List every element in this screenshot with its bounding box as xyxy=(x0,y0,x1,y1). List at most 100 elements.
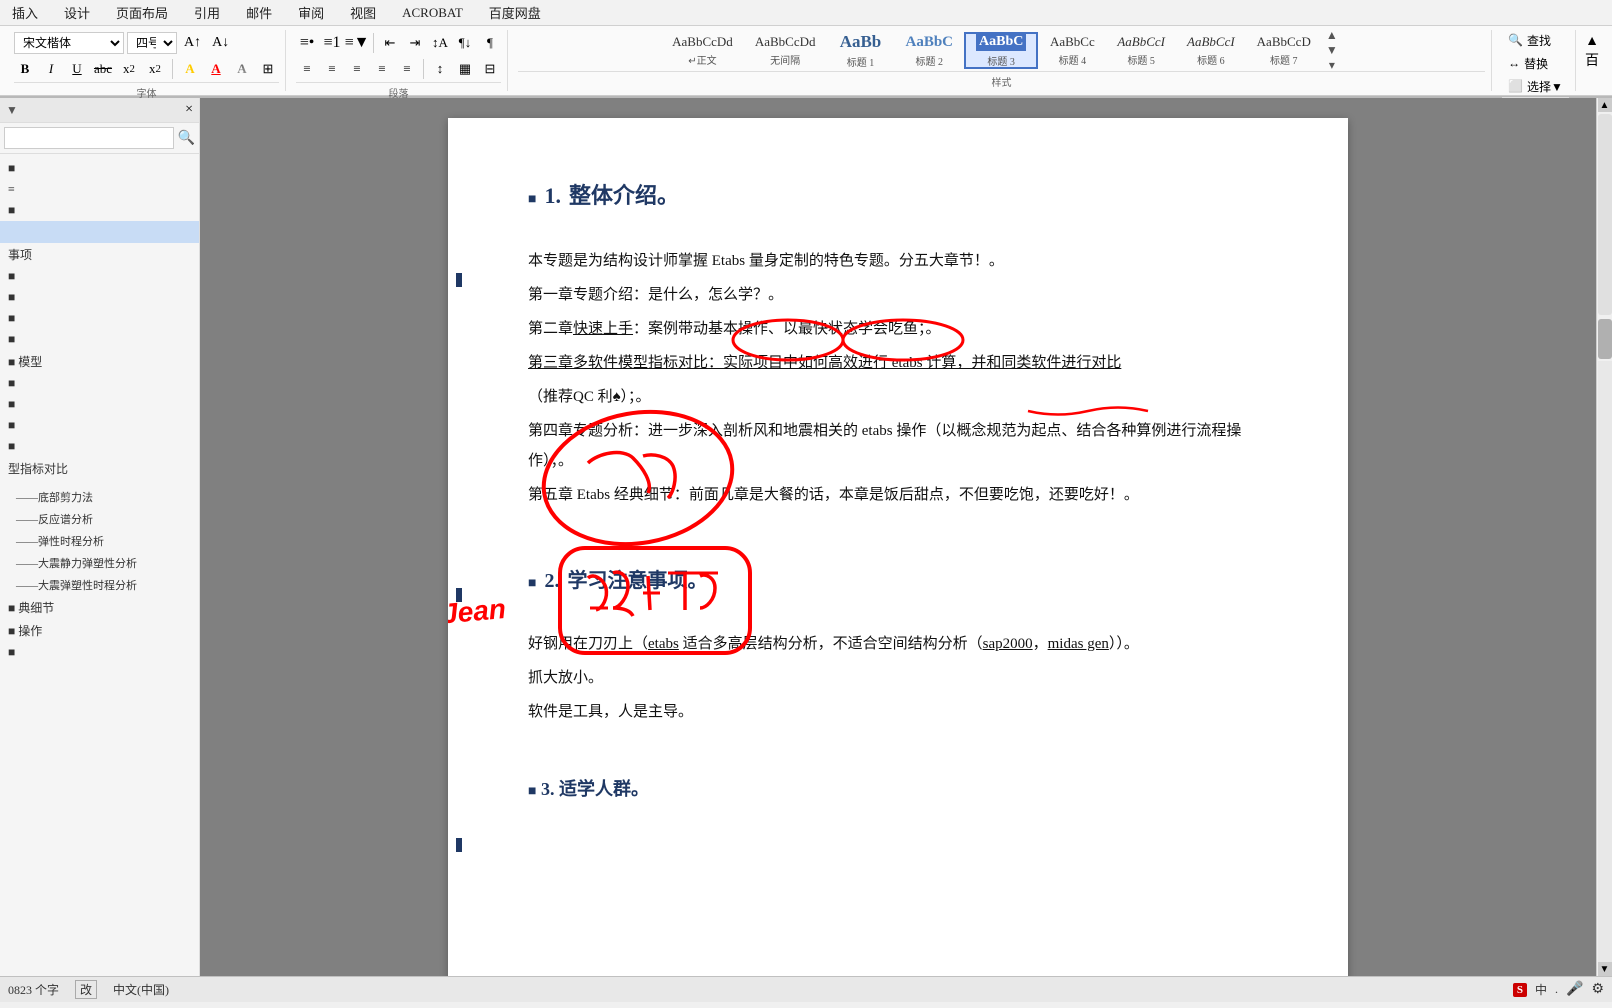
nav-item-moxing[interactable]: ■ 模型 xyxy=(0,350,199,373)
nav-item-active[interactable] xyxy=(0,221,199,243)
sidebar-search-input[interactable] xyxy=(4,127,174,149)
find-btn[interactable]: 🔍查找 xyxy=(1508,32,1551,49)
multilevel-btn[interactable]: ≡▼ xyxy=(346,32,368,54)
sidebar-close-btn[interactable]: × xyxy=(185,102,193,118)
nav-item-end[interactable]: ■ xyxy=(0,642,199,663)
menu-mailings[interactable]: 邮件 xyxy=(242,1,276,24)
font-color-btn[interactable]: A xyxy=(205,58,227,80)
borders-btn[interactable]: ⊞ xyxy=(257,58,279,80)
font-grow-btn[interactable]: A↑ xyxy=(180,33,205,53)
subscript-btn[interactable]: x2 xyxy=(118,58,140,80)
nav-item-zhibiao[interactable]: 型指标对比 xyxy=(0,457,199,480)
nav-item-8[interactable]: ■ xyxy=(0,415,199,436)
right-scrollbar[interactable]: ▲ ▼ xyxy=(1596,98,1612,976)
text-effect-btn[interactable]: A xyxy=(231,58,253,80)
paragraph-group: ≡• ≡1 ≡▼ ⇤ ⇥ ↕A ¶↓ ¶ ≡ ≡ ≡ ≡ ≡ xyxy=(290,30,508,91)
align-left-btn[interactable]: ≡ xyxy=(296,58,318,80)
font-shrink-btn[interactable]: A↓ xyxy=(208,33,233,53)
settings-icon[interactable]: ⚙ xyxy=(1591,981,1604,998)
sidebar-header: ▼ × xyxy=(0,98,199,123)
menu-view[interactable]: 视图 xyxy=(346,1,380,24)
justify-btn[interactable]: ≡ xyxy=(371,58,393,80)
section3-title: 适学人群。 xyxy=(559,779,649,799)
nav-item-4[interactable]: ■ xyxy=(0,308,199,329)
nav-item-3[interactable]: ■ xyxy=(0,287,199,308)
bold-btn[interactable]: B xyxy=(14,58,36,80)
select-btn[interactable]: ⬜选择▼ xyxy=(1508,78,1563,95)
menu-references[interactable]: 引用 xyxy=(190,1,224,24)
style-h4[interactable]: AaBbCc 标题 4 xyxy=(1038,32,1106,69)
replace-btn[interactable]: ↔替换 xyxy=(1508,55,1548,72)
nav-item-top[interactable]: ■ xyxy=(0,200,199,221)
strikethrough-btn[interactable]: abc xyxy=(92,58,114,80)
nav-item-5[interactable]: ■ xyxy=(0,329,199,350)
para-s2-2: 抓大放小。 xyxy=(528,663,1268,693)
menu-insert[interactable]: 插入 xyxy=(8,1,42,24)
align-center-btn[interactable]: ≡ xyxy=(321,58,343,80)
nav-item-xianjie[interactable]: ■ 典细节 xyxy=(0,596,199,619)
nav-item-dazhen1[interactable]: ——大震静力弹塑性分析 xyxy=(0,552,199,574)
nav-item-caozuo[interactable]: ■ 操作 xyxy=(0,619,199,642)
numbering-btn[interactable]: ≡1 xyxy=(321,32,343,54)
track-changes-indicator: 改 xyxy=(75,980,97,999)
ribbon-collapse-btn[interactable]: ▲ xyxy=(1585,34,1599,50)
menu-baidu[interactable]: 百度网盘 xyxy=(485,1,545,24)
shading-btn[interactable]: ▦ xyxy=(454,58,476,80)
styles-scroll[interactable]: ▲ ▼ ▾ xyxy=(1322,32,1342,69)
nav-item-dazhen2[interactable]: ——大震弹塑性时程分析 xyxy=(0,574,199,596)
sep2 xyxy=(373,33,374,53)
style-h1[interactable]: AaBb 标题 1 xyxy=(826,32,894,69)
para-ch1: 第一章专题介绍：是什么，怎么学？。 xyxy=(528,280,1268,310)
nav-item-tanxing[interactable]: ——弹性时程分析 xyxy=(0,530,199,552)
menu-review[interactable]: 审阅 xyxy=(294,1,328,24)
status-right: S 中 . 🎤 ⚙ xyxy=(1513,981,1604,998)
nav-item-2[interactable]: ■ xyxy=(0,266,199,287)
sidebar-nav: ■ ≡ ■ 事项 ■ ■ ■ ■ ■ 模型 ■ ■ ■ ■ 型指标对比 ——底部… xyxy=(0,154,199,976)
distributed-btn[interactable]: ≡ xyxy=(396,58,418,80)
indent-decrease-btn[interactable]: ⇤ xyxy=(379,32,401,54)
para-extra-btn[interactable]: ¶ xyxy=(479,32,501,54)
ribbon: 宋文楷体 四号 A↑ A↓ B I U abc x2 x2 A xyxy=(0,26,1612,98)
align-right-btn[interactable]: ≡ xyxy=(346,58,368,80)
sidebar-search-btn[interactable]: 🔍 xyxy=(178,130,195,147)
nav-item-0[interactable]: ■ xyxy=(0,158,199,179)
style-h6[interactable]: AaBbCcI 标题 6 xyxy=(1176,32,1246,69)
nav-item-6[interactable]: ■ xyxy=(0,373,199,394)
nav-item-1[interactable]: ≡ xyxy=(0,179,199,200)
page-margin-mark2 xyxy=(456,588,462,602)
superscript-btn[interactable]: x2 xyxy=(144,58,166,80)
ribbon-expand-btn[interactable]: 百 xyxy=(1585,50,1599,70)
section1-title: 整体介绍。 xyxy=(569,178,679,210)
indent-increase-btn[interactable]: ⇥ xyxy=(404,32,426,54)
style-h7[interactable]: AaBbCcD 标题 7 xyxy=(1246,32,1322,69)
italic-btn[interactable]: I xyxy=(40,58,62,80)
nav-item-fuying[interactable]: ——反应谱分析 xyxy=(0,508,199,530)
para-ch5: 第五章 Etabs 经典细节：前面几章是大餐的话，本章是饭后甜点，不但要吃饱，还… xyxy=(528,480,1268,510)
edit-group: 🔍查找 ↔替换 ⬜选择▼ 编辑 xyxy=(1496,30,1576,91)
nav-item-7[interactable]: ■ xyxy=(0,394,199,415)
mic-icon: 🎤 xyxy=(1566,981,1583,998)
style-h2[interactable]: AaBbC 标题 2 xyxy=(894,32,964,69)
text-highlight-btn[interactable]: A xyxy=(179,58,201,80)
menu-layout[interactable]: 页面布局 xyxy=(112,1,172,24)
font-group: 宋文楷体 四号 A↑ A↓ B I U abc x2 x2 A xyxy=(8,30,286,91)
borders2-btn[interactable]: ⊟ xyxy=(479,58,501,80)
show-marks-btn[interactable]: ¶↓ xyxy=(454,32,476,54)
sort-btn[interactable]: ↕A xyxy=(429,32,451,54)
style-normal[interactable]: AaBbCcDd ↵正文 xyxy=(661,32,744,69)
bullets-btn[interactable]: ≡• xyxy=(296,32,318,54)
style-h5[interactable]: AaBbCcI 标题 5 xyxy=(1106,32,1176,69)
font-size-selector[interactable]: 四号 xyxy=(127,32,177,54)
styles-group-label: 样式 xyxy=(518,71,1485,89)
font-name-selector[interactable]: 宋文楷体 xyxy=(14,32,124,54)
nav-item-shixiang[interactable]: 事项 xyxy=(0,243,199,266)
page-margin-mark xyxy=(456,273,462,287)
style-h3[interactable]: AaBbC 标题 3 xyxy=(964,32,1038,69)
line-spacing-btn[interactable]: ↕ xyxy=(429,58,451,80)
style-no-spacing[interactable]: AaBbCcDd 无间隔 xyxy=(744,32,827,69)
nav-item-jianlifa[interactable]: ——底部剪力法 xyxy=(0,486,199,508)
underline-btn[interactable]: U xyxy=(66,58,88,80)
nav-item-9[interactable]: ■ xyxy=(0,436,199,457)
menu-acrobat[interactable]: ACROBAT xyxy=(398,3,467,23)
menu-design[interactable]: 设计 xyxy=(60,1,94,24)
